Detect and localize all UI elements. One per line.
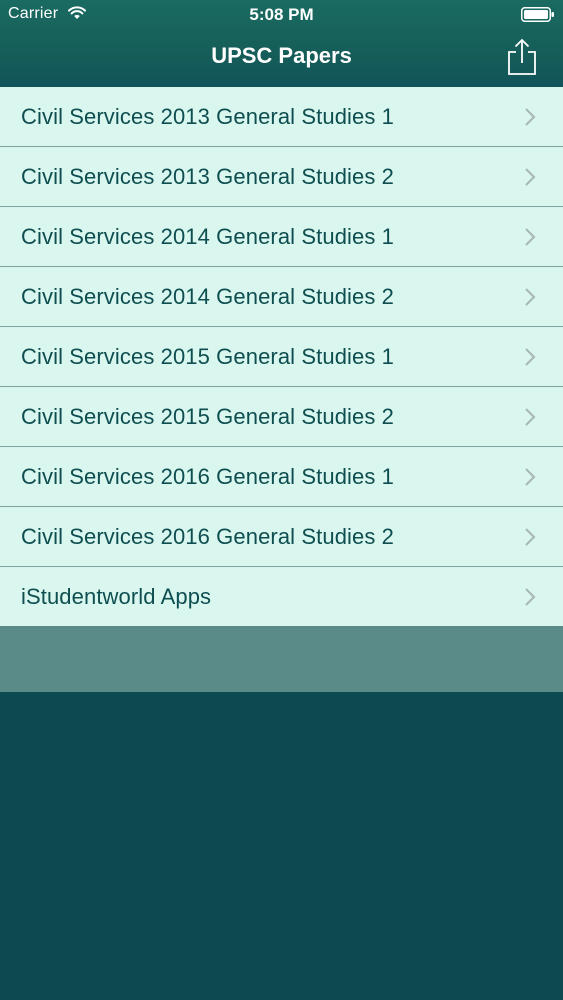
list-item[interactable]: Civil Services 2014 General Studies 2: [0, 267, 563, 327]
list-item[interactable]: Civil Services 2013 General Studies 2: [0, 147, 563, 207]
chevron-right-icon: [525, 227, 536, 246]
chevron-right-icon: [525, 407, 536, 426]
page-title: UPSC Papers: [211, 43, 352, 68]
status-bar: Carrier 5:08 PM: [0, 0, 563, 30]
list-item-label: Civil Services 2013 General Studies 2: [21, 163, 394, 189]
list-footer-band: [0, 626, 563, 692]
share-button[interactable]: [500, 35, 544, 79]
list-item[interactable]: Civil Services 2015 General Studies 1: [0, 327, 563, 387]
list-item-label: Civil Services 2014 General Studies 2: [21, 283, 394, 309]
list-item[interactable]: Civil Services 2013 General Studies 1: [0, 87, 563, 147]
list-item-label: iStudentworld Apps: [21, 583, 212, 609]
papers-list: Civil Services 2013 General Studies 1 Ci…: [0, 87, 563, 626]
list-item[interactable]: Civil Services 2016 General Studies 2: [0, 507, 563, 567]
chevron-right-icon: [525, 467, 536, 486]
chevron-right-icon: [525, 587, 536, 606]
chevron-right-icon: [525, 167, 536, 186]
list-item[interactable]: Civil Services 2016 General Studies 1: [0, 447, 563, 507]
status-time: 5:08 PM: [249, 5, 314, 24]
chevron-right-icon: [525, 107, 536, 126]
list-item[interactable]: iStudentworld Apps: [0, 567, 563, 626]
list-item-label: Civil Services 2015 General Studies 2: [21, 403, 394, 429]
list-item-label: Civil Services 2015 General Studies 1: [21, 343, 394, 369]
chevron-right-icon: [525, 347, 536, 366]
share-icon: [508, 38, 536, 75]
chevron-right-icon: [525, 527, 536, 546]
navigation-header: Carrier 5:08 PM UPSC Papers: [0, 0, 563, 87]
chevron-right-icon: [525, 287, 536, 306]
list-item[interactable]: Civil Services 2015 General Studies 2: [0, 387, 563, 447]
list-item-label: Civil Services 2013 General Studies 1: [21, 103, 394, 129]
list-item[interactable]: Civil Services 2014 General Studies 1: [0, 207, 563, 267]
battery-icon: [521, 7, 554, 22]
list-item-label: Civil Services 2014 General Studies 1: [21, 223, 394, 249]
list-item-label: Civil Services 2016 General Studies 2: [21, 523, 394, 549]
list-item-label: Civil Services 2016 General Studies 1: [21, 463, 394, 489]
